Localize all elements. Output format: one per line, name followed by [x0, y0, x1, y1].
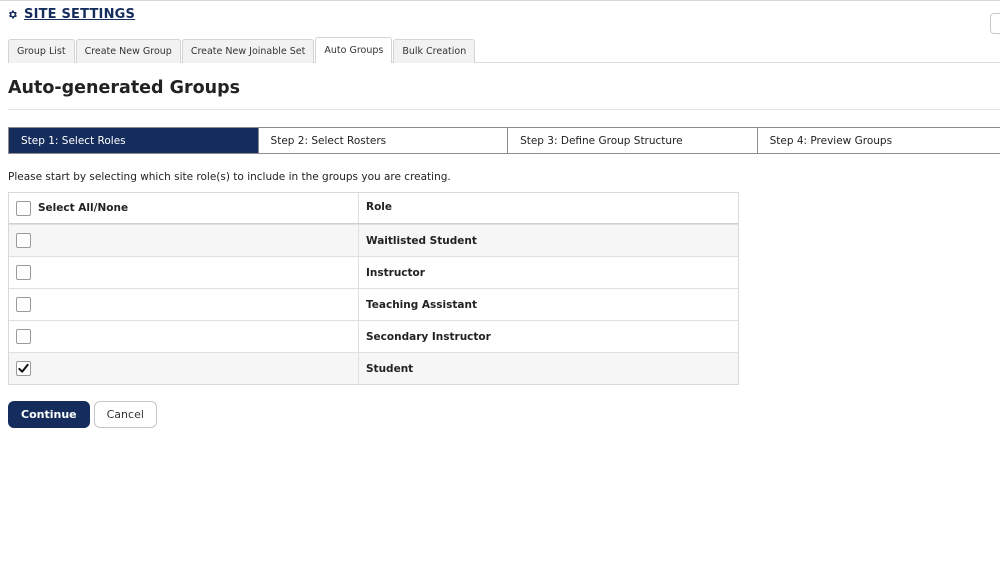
title-divider [8, 109, 1000, 110]
role-name: Instructor [366, 266, 425, 279]
checkbox-cell [9, 289, 359, 320]
role-name: Teaching Assistant [366, 298, 477, 311]
step-select-roles: Step 1: Select Roles [9, 128, 259, 153]
tab-auto-groups[interactable]: Auto Groups [315, 37, 393, 63]
top-border [0, 0, 1000, 1]
step-define-group-structure: Step 3: Define Group Structure [508, 128, 758, 153]
site-settings-link[interactable]: SITE SETTINGS [24, 7, 135, 22]
step-select-rosters: Step 2: Select Rosters [259, 128, 509, 153]
select-all-label: Select All/None [38, 202, 129, 214]
table-row: Student [9, 352, 738, 384]
checkbox-cell [9, 321, 359, 352]
role-checkbox-secondary-instructor[interactable] [16, 329, 31, 344]
site-header: SITE SETTINGS [7, 7, 135, 22]
role-checkbox-instructor[interactable] [16, 265, 31, 280]
step-preview-groups: Step 4: Preview Groups [769, 134, 893, 147]
role-checkbox-student[interactable] [16, 361, 31, 376]
table-row: Waitlisted Student [9, 224, 738, 256]
continue-button[interactable]: Continue [8, 401, 90, 428]
table-header-row: Select All/None Role [9, 193, 738, 224]
role-checkbox-waitlisted-student[interactable] [16, 233, 31, 248]
checkbox-cell [9, 225, 359, 256]
action-buttons: Continue Cancel [8, 401, 157, 428]
wizard-steps: Step 1: Select Roles Step 2: Select Rost… [8, 127, 1000, 154]
role-name: Secondary Instructor [366, 330, 491, 343]
select-all-cell: Select All/None [9, 193, 359, 223]
instructions-text: Please start by selecting which site rol… [8, 171, 451, 183]
roles-table: Select All/None Role Waitlisted Student … [8, 192, 739, 385]
role-column-header: Role [366, 201, 393, 213]
table-row: Teaching Assistant [9, 288, 738, 320]
checkbox-cell [9, 353, 359, 384]
corner-button[interactable] [990, 13, 1000, 34]
tab-group-list[interactable]: Group List [8, 39, 75, 63]
role-name: Student [366, 362, 414, 375]
table-row: Instructor [9, 256, 738, 288]
checkmark-icon [18, 363, 29, 373]
table-row: Secondary Instructor [9, 320, 738, 352]
cancel-button[interactable]: Cancel [93, 401, 157, 428]
gear-icon [9, 10, 17, 19]
tab-bulk-creation[interactable]: Bulk Creation [393, 39, 476, 63]
role-checkbox-teaching-assistant[interactable] [16, 297, 31, 312]
tab-create-new-group[interactable]: Create New Group [75, 39, 181, 63]
checkbox-cell [9, 257, 359, 288]
tab-create-new-joinable-set[interactable]: Create New Joinable Set [181, 39, 315, 63]
select-all-checkbox[interactable] [16, 200, 31, 216]
role-name: Waitlisted Student [366, 234, 477, 247]
tab-bar: Group List Create New Group Create New J… [8, 37, 476, 63]
page-title: Auto-generated Groups [8, 78, 241, 98]
